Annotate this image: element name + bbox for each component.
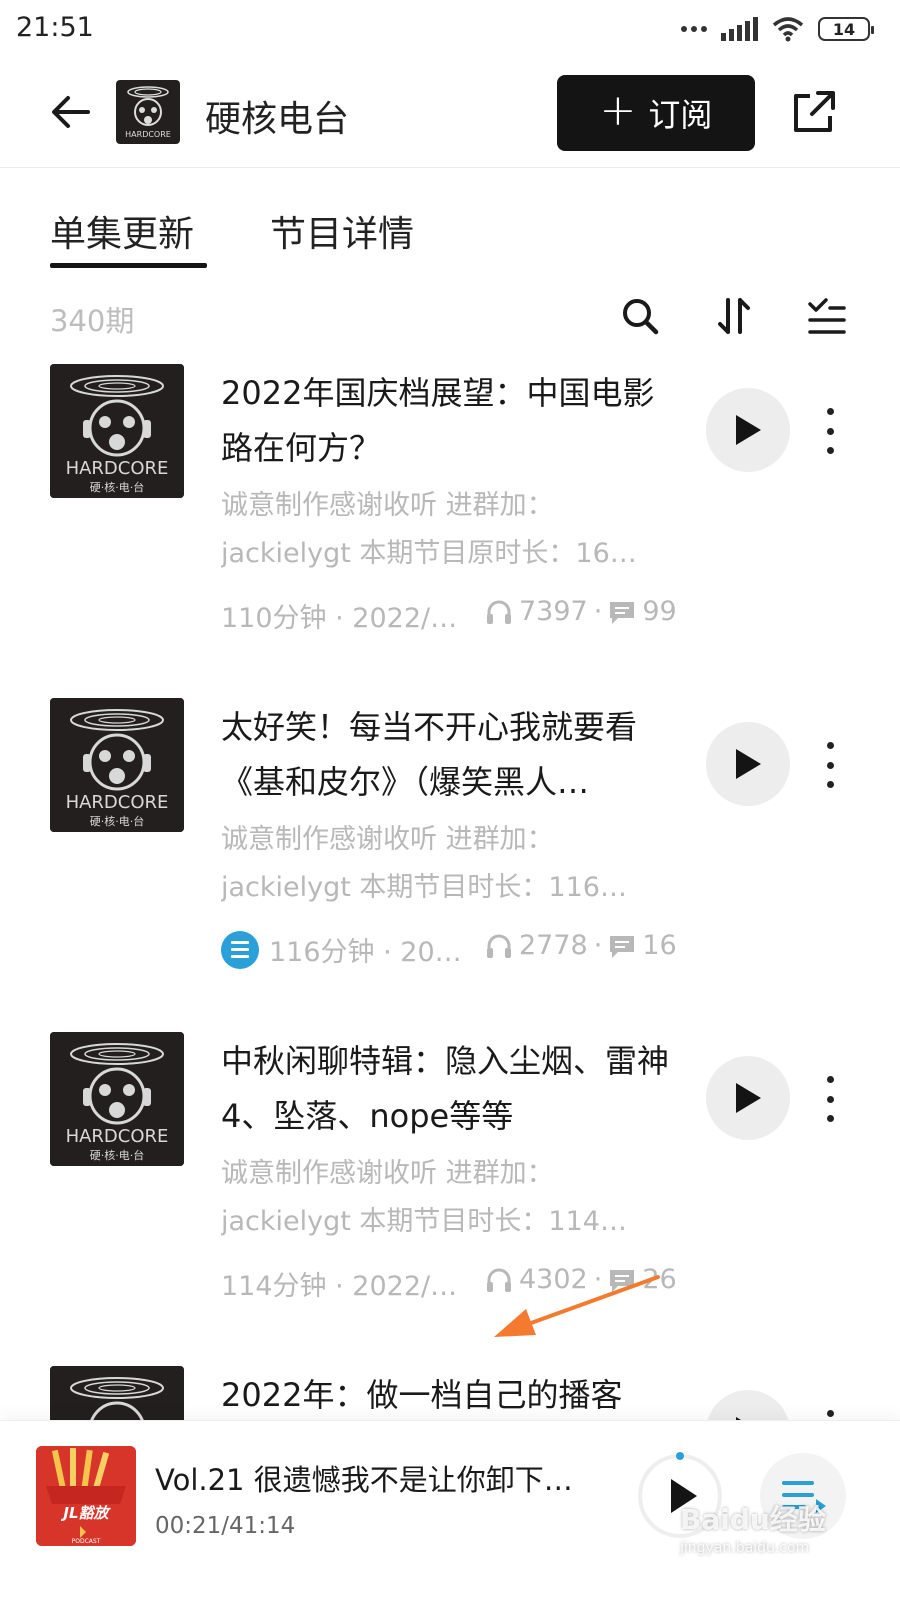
tab-episodes[interactable]: 单集更新 — [50, 205, 194, 257]
play-button[interactable] — [706, 722, 790, 806]
episode-meta: 116分钟 · 20… 2778 · 16 — [221, 930, 691, 969]
duration-date: 114分钟 · 2022/… — [221, 1271, 458, 1302]
active-tab-indicator — [50, 263, 207, 268]
mini-cover-brand-text: JL豁放 — [60, 1504, 111, 1522]
description-line: jackielygt 本期节目时长：114… — [221, 1206, 627, 1237]
episode-item[interactable]: HARDCORE 硬·核·电·台 太好笑！每当不开心我就要看《基和皮尔》（爆笑黑… — [0, 698, 900, 1032]
episode-description: 诚意制作感谢收听 进群加： jackielygt 本期节目时长：114… — [221, 1150, 661, 1246]
annotation-arrow-icon — [494, 1275, 660, 1337]
more-options-button[interactable] — [816, 408, 844, 454]
subscribe-label: 订阅 — [648, 96, 713, 134]
episode-cover: HARDCORE 硬·核·电·台 — [50, 364, 184, 498]
episode-item[interactable]: HARDCORE 硬·核·电·台 中秋闲聊特辑：隐入尘烟、雷神4、坠落、nope… — [0, 1032, 900, 1366]
comment-icon — [610, 601, 635, 624]
wifi-icon — [772, 17, 804, 42]
cover-brand-subtext: 硬·核·电·台 — [90, 480, 145, 494]
play-icon — [736, 749, 761, 779]
status-icons: 14 — [681, 16, 874, 42]
episode-cover: HARDCORE 硬·核·电·台 — [50, 1032, 184, 1166]
plus-icon: + — [599, 85, 637, 136]
episode-cover: HARDCORE 硬·核·电·台 — [50, 698, 184, 832]
logo-brand-text: HARDCORE — [125, 130, 171, 139]
subscribe-button[interactable]: + 订阅 — [557, 75, 755, 151]
now-playing-cover: JL豁放 PODCAST — [36, 1446, 136, 1546]
episode-item[interactable]: HARDCORE 硬·核·电·台 2022年国庆档展望：中国电影路在何方？ 诚意… — [0, 364, 900, 698]
play-button[interactable] — [706, 1390, 790, 1420]
episode-title: 太好笑！每当不开心我就要看《基和皮尔》（爆笑黑人… — [221, 708, 638, 801]
now-playing-time: 00:21/41:14 — [155, 1513, 296, 1539]
description-line: 诚意制作感谢收听 进群加： — [221, 824, 554, 855]
duration-date: 110分钟 · 2022/… — [221, 603, 458, 634]
play-icon — [736, 415, 761, 445]
app-header: HARDCORE 硬核电台 + 订阅 — [0, 62, 900, 168]
share-icon — [794, 91, 835, 132]
cover-brand-text: HARDCORE — [66, 1126, 169, 1147]
battery-level: 14 — [832, 19, 856, 39]
more-signal-icon — [681, 26, 707, 32]
tab-details[interactable]: 节目详情 — [270, 205, 414, 257]
play-count: 2778 — [519, 930, 588, 961]
headphones-icon — [487, 934, 511, 958]
page-title: 硬核电台 — [205, 99, 350, 140]
comment-icon — [610, 935, 635, 958]
episode-count: 340期 — [50, 304, 135, 338]
podcast-logo: HARDCORE — [116, 80, 180, 144]
cover-brand-subtext: 硬·核·电·台 — [90, 1148, 145, 1162]
more-options-button[interactable] — [816, 1410, 844, 1420]
batch-select-button[interactable] — [804, 294, 848, 338]
description-line: jackielygt 本期节目原时长：16… — [221, 538, 637, 569]
duration-date: 116分钟 · 20… — [269, 937, 462, 968]
sort-icon — [718, 298, 750, 334]
episode-meta: 110分钟 · 2022/… 7397 · 99 — [221, 596, 691, 634]
arrow-left-icon — [52, 96, 90, 128]
checklist-icon — [808, 298, 846, 334]
episode-title: 2022年：做一档自己的播客 — [221, 1376, 623, 1414]
episode-description: 诚意制作感谢收听 进群加： jackielygt 本期节目原时长：16… — [221, 482, 661, 578]
separator-dot: · — [593, 930, 603, 961]
more-options-button[interactable] — [816, 742, 844, 788]
cover-brand-text: HARDCORE — [66, 458, 169, 479]
cover-brand-text: HARDCORE — [66, 792, 169, 813]
watermark-brand: Baidu经验 — [680, 1503, 826, 1536]
watermark-url: jingyan.baidu.com — [680, 1540, 810, 1556]
now-playing-title: Vol.21 很遗憾我不是让你卸下… — [155, 1463, 573, 1497]
status-bar: 21:51 14 — [0, 0, 900, 62]
baidu-watermark: Baidu经验 jingyan.baidu.com — [680, 1498, 826, 1556]
sort-button[interactable] — [712, 294, 756, 338]
description-line: 诚意制作感谢收听 进群加： — [221, 1158, 554, 1189]
headphones-icon — [487, 600, 511, 624]
play-count: 7397 — [519, 596, 588, 627]
share-button[interactable] — [790, 88, 838, 136]
search-button[interactable] — [618, 294, 662, 338]
description-line: 诚意制作感谢收听 进群加： — [221, 490, 554, 521]
mini-cover-badge: PODCAST — [72, 1538, 101, 1545]
play-button[interactable] — [706, 1056, 790, 1140]
play-button[interactable] — [706, 388, 790, 472]
tab-bar: 单集更新 节目详情 — [0, 205, 900, 275]
play-icon — [736, 1083, 761, 1113]
episode-item[interactable]: 2022年：做一档自己的播客 — [0, 1366, 900, 1420]
description-line: jackielygt 本期节目时长：116… — [221, 872, 627, 903]
back-button[interactable] — [46, 88, 94, 136]
episode-title: 中秋闲聊特辑：隐入尘烟、雷神4、坠落、nope等等 — [221, 1042, 670, 1135]
battery-indicator: 14 — [818, 17, 874, 41]
transcript-tag-icon — [221, 930, 259, 969]
cellular-signal-icon — [721, 17, 758, 41]
search-icon — [623, 299, 659, 335]
episode-description: 诚意制作感谢收听 进群加： jackielygt 本期节目时长：116… — [221, 816, 661, 912]
episode-title: 2022年国庆档展望：中国电影路在何方？ — [221, 374, 655, 467]
separator-dot: · — [593, 596, 603, 627]
list-toolbar: 340期 — [0, 290, 900, 346]
cover-brand-subtext: 硬·核·电·台 — [90, 814, 145, 828]
episode-cover — [50, 1366, 184, 1420]
comment-count: 99 — [642, 596, 677, 627]
comment-count: 16 — [642, 930, 677, 961]
more-options-button[interactable] — [816, 1076, 844, 1122]
status-time: 21:51 — [16, 12, 94, 43]
